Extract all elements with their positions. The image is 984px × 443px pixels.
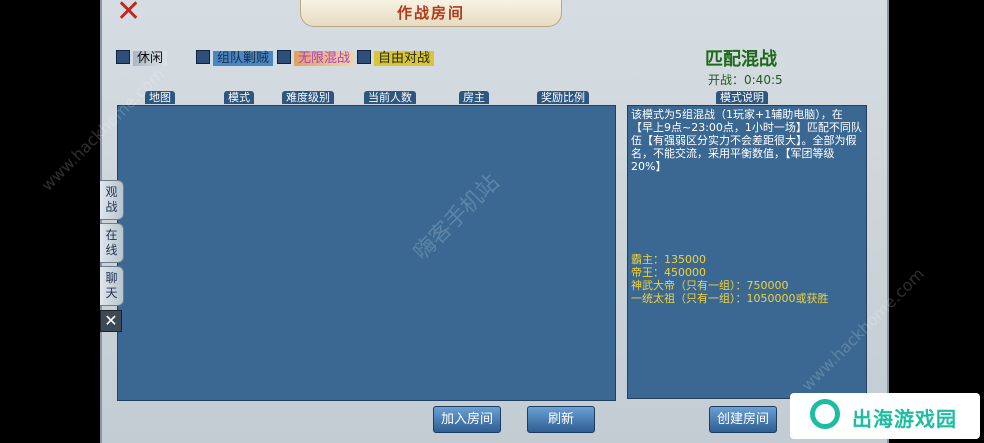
column-header-mode[interactable]: 模式 [224, 91, 254, 104]
window-title: 作战房间 [396, 4, 465, 22]
mode-description-panel: 该模式为5组混战（1玩家+1辅助电脑），在【早上9点~23:00点，1小时一场】… [627, 105, 867, 399]
reward-item: 霸主：135000 [631, 253, 706, 266]
refresh-button[interactable]: 刷新 [527, 406, 595, 433]
logo-icon [810, 399, 840, 429]
mode-casual[interactable]: 休闲 [116, 50, 168, 68]
close-x-icon[interactable]: ✕ [116, 0, 146, 27]
battle-countdown: 开战：0:40:5 [708, 73, 783, 87]
column-header-player-count[interactable]: 当前人数 [364, 91, 416, 104]
checkbox-icon[interactable] [196, 50, 210, 64]
logo-text: 出海游戏园 [852, 407, 957, 431]
checkbox-icon[interactable] [277, 50, 291, 64]
reward-item: 一统太祖（只有一组）：1050000或获胜 [631, 292, 829, 305]
reward-item: 帝王：450000 [631, 266, 706, 279]
column-header-map[interactable]: 地图 [145, 91, 175, 104]
column-header-host[interactable]: 房主 [459, 91, 489, 104]
tab-online[interactable]: 在线 [100, 223, 124, 263]
mode-team-bandit[interactable]: 组队剿贼 [196, 50, 274, 68]
create-room-button[interactable]: 创建房间 [709, 406, 777, 433]
match-title: 匹配混战 [705, 49, 777, 70]
mode-unlimited-melee[interactable]: 无限混战 [277, 50, 355, 68]
tab-chat[interactable]: 聊天 [100, 266, 124, 306]
reward-list: 霸主：135000 帝王：450000 神武大帝（只有一组）：750000 一统… [631, 253, 863, 305]
side-panel-close-icon[interactable]: ✕ [100, 310, 122, 332]
column-header-difficulty[interactable]: 难度级别 [282, 91, 334, 104]
mode-description-text: 该模式为5组混战（1玩家+1辅助电脑），在【早上9点~23:00点，1小时一场】… [631, 108, 862, 173]
room-list[interactable] [117, 105, 616, 401]
watermark-logo: 出海游戏园 [790, 393, 980, 439]
column-header-reward-ratio[interactable]: 奖励比例 [537, 91, 589, 104]
description-header: 模式说明 [716, 91, 768, 104]
tab-spectate[interactable]: 观战 [100, 180, 124, 220]
reward-item: 神武大帝（只有一组）：750000 [631, 279, 789, 292]
join-room-button[interactable]: 加入房间 [433, 406, 501, 433]
checkbox-icon[interactable] [357, 50, 371, 64]
checkbox-icon[interactable] [116, 50, 130, 64]
mode-free-battle[interactable]: 自由对战 [357, 50, 435, 68]
window-title-banner: 作战房间 [300, 0, 562, 27]
